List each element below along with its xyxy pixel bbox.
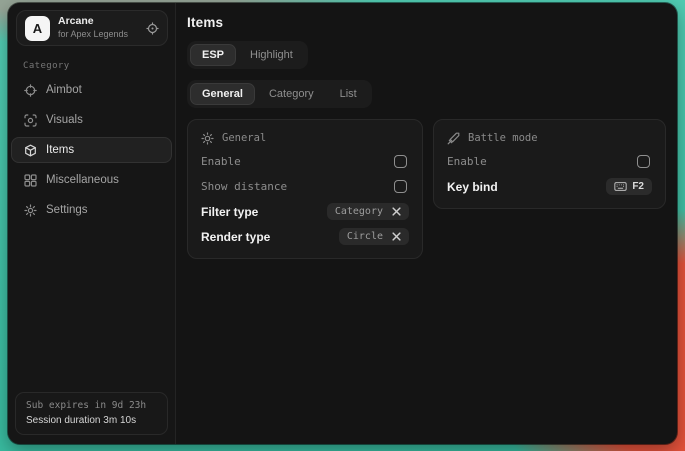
view-tab-group: General Category List <box>187 80 372 108</box>
session-duration-text: Session duration 3m 10s <box>26 415 157 426</box>
app-logo: A <box>25 16 50 41</box>
key-bind-value: F2 <box>632 181 644 192</box>
sidebar-item-label: Items <box>46 144 74 156</box>
setting-label: Filter type <box>201 205 258 219</box>
tab-highlight[interactable]: Highlight <box>238 44 305 66</box>
tab-esp[interactable]: ESP <box>190 44 236 66</box>
sidebar-spacer <box>8 223 175 392</box>
setting-row-render-type: Render type Circle <box>201 224 409 249</box>
setting-label: Enable <box>447 155 487 168</box>
filter-type-select[interactable]: Category <box>327 203 409 220</box>
sidebar-item-items[interactable]: Items <box>11 137 172 163</box>
package-icon <box>24 144 37 157</box>
sidebar-item-label: Aimbot <box>46 84 82 96</box>
setting-row-filter-type: Filter type Category <box>201 199 409 224</box>
panels-row: General Enable Show distance Filter type… <box>187 119 667 259</box>
close-icon[interactable] <box>392 207 401 216</box>
general-panel-header: General <box>201 127 409 149</box>
sidebar-item-settings[interactable]: Settings <box>11 197 172 223</box>
app-subtitle: for Apex Legends <box>58 29 138 41</box>
sidebar-item-miscellaneous[interactable]: Miscellaneous <box>11 167 172 193</box>
sidebar-item-visuals[interactable]: Visuals <box>11 107 172 133</box>
sidebar: A Arcane for Apex Legends Category <box>8 3 176 444</box>
battle-panel-header: Battle mode <box>447 127 652 149</box>
key-bind-button[interactable]: F2 <box>606 178 652 195</box>
sub-expiry-text: Sub expires in 9d 23h <box>26 400 157 411</box>
sidebar-section-label: Category <box>23 61 175 71</box>
setting-label: Key bind <box>447 180 498 194</box>
sidebar-item-label: Settings <box>46 204 88 216</box>
sidebar-item-label: Visuals <box>46 114 83 126</box>
grid-icon <box>24 174 37 187</box>
tab-list[interactable]: List <box>328 83 369 105</box>
subscription-card: Sub expires in 9d 23h Session duration 3… <box>15 392 168 435</box>
tag-value: Category <box>335 206 383 217</box>
render-type-select[interactable]: Circle <box>339 228 409 245</box>
setting-label: Render type <box>201 230 270 244</box>
setting-label: Enable <box>201 155 241 168</box>
target-icon[interactable] <box>146 22 159 35</box>
app-title-block: Arcane for Apex Legends <box>58 15 138 40</box>
crosshair-icon <box>24 84 37 97</box>
keyboard-icon <box>614 182 627 191</box>
gear-icon <box>24 204 37 217</box>
tab-general[interactable]: General <box>190 83 255 105</box>
app-window: A Arcane for Apex Legends Category <box>8 3 677 444</box>
mode-tab-group: ESP Highlight <box>187 41 308 69</box>
page-title: Items <box>187 15 667 30</box>
sidebar-nav: Aimbot Visuals Items <box>8 77 175 223</box>
sword-icon <box>447 132 460 145</box>
setting-row-battle-enable: Enable <box>447 149 652 174</box>
sidebar-item-label: Miscellaneous <box>46 174 119 186</box>
setting-row-key-bind: Key bind F2 <box>447 174 652 199</box>
setting-row-show-distance: Show distance <box>201 174 409 199</box>
general-panel: General Enable Show distance Filter type… <box>187 119 423 259</box>
sun-icon <box>201 132 214 145</box>
panel-title: General <box>222 132 266 144</box>
sidebar-item-aimbot[interactable]: Aimbot <box>11 77 172 103</box>
enable-checkbox[interactable] <box>394 155 407 168</box>
tab-category[interactable]: Category <box>257 83 326 105</box>
setting-label: Show distance <box>201 180 287 193</box>
eye-scan-icon <box>24 114 37 127</box>
mode-tabs-row: ESP Highlight <box>187 41 667 69</box>
battle-enable-checkbox[interactable] <box>637 155 650 168</box>
app-name: Arcane <box>58 15 138 29</box>
setting-row-enable: Enable <box>201 149 409 174</box>
app-header-card: A Arcane for Apex Legends <box>16 10 168 46</box>
close-icon[interactable] <box>392 232 401 241</box>
main-content: Items ESP Highlight General Category Lis… <box>176 3 677 444</box>
panel-title: Battle mode <box>468 132 538 144</box>
show-distance-checkbox[interactable] <box>394 180 407 193</box>
view-tabs-row: General Category List <box>187 80 667 108</box>
tag-value: Circle <box>347 231 383 242</box>
battle-mode-panel: Battle mode Enable Key bind <box>433 119 666 209</box>
